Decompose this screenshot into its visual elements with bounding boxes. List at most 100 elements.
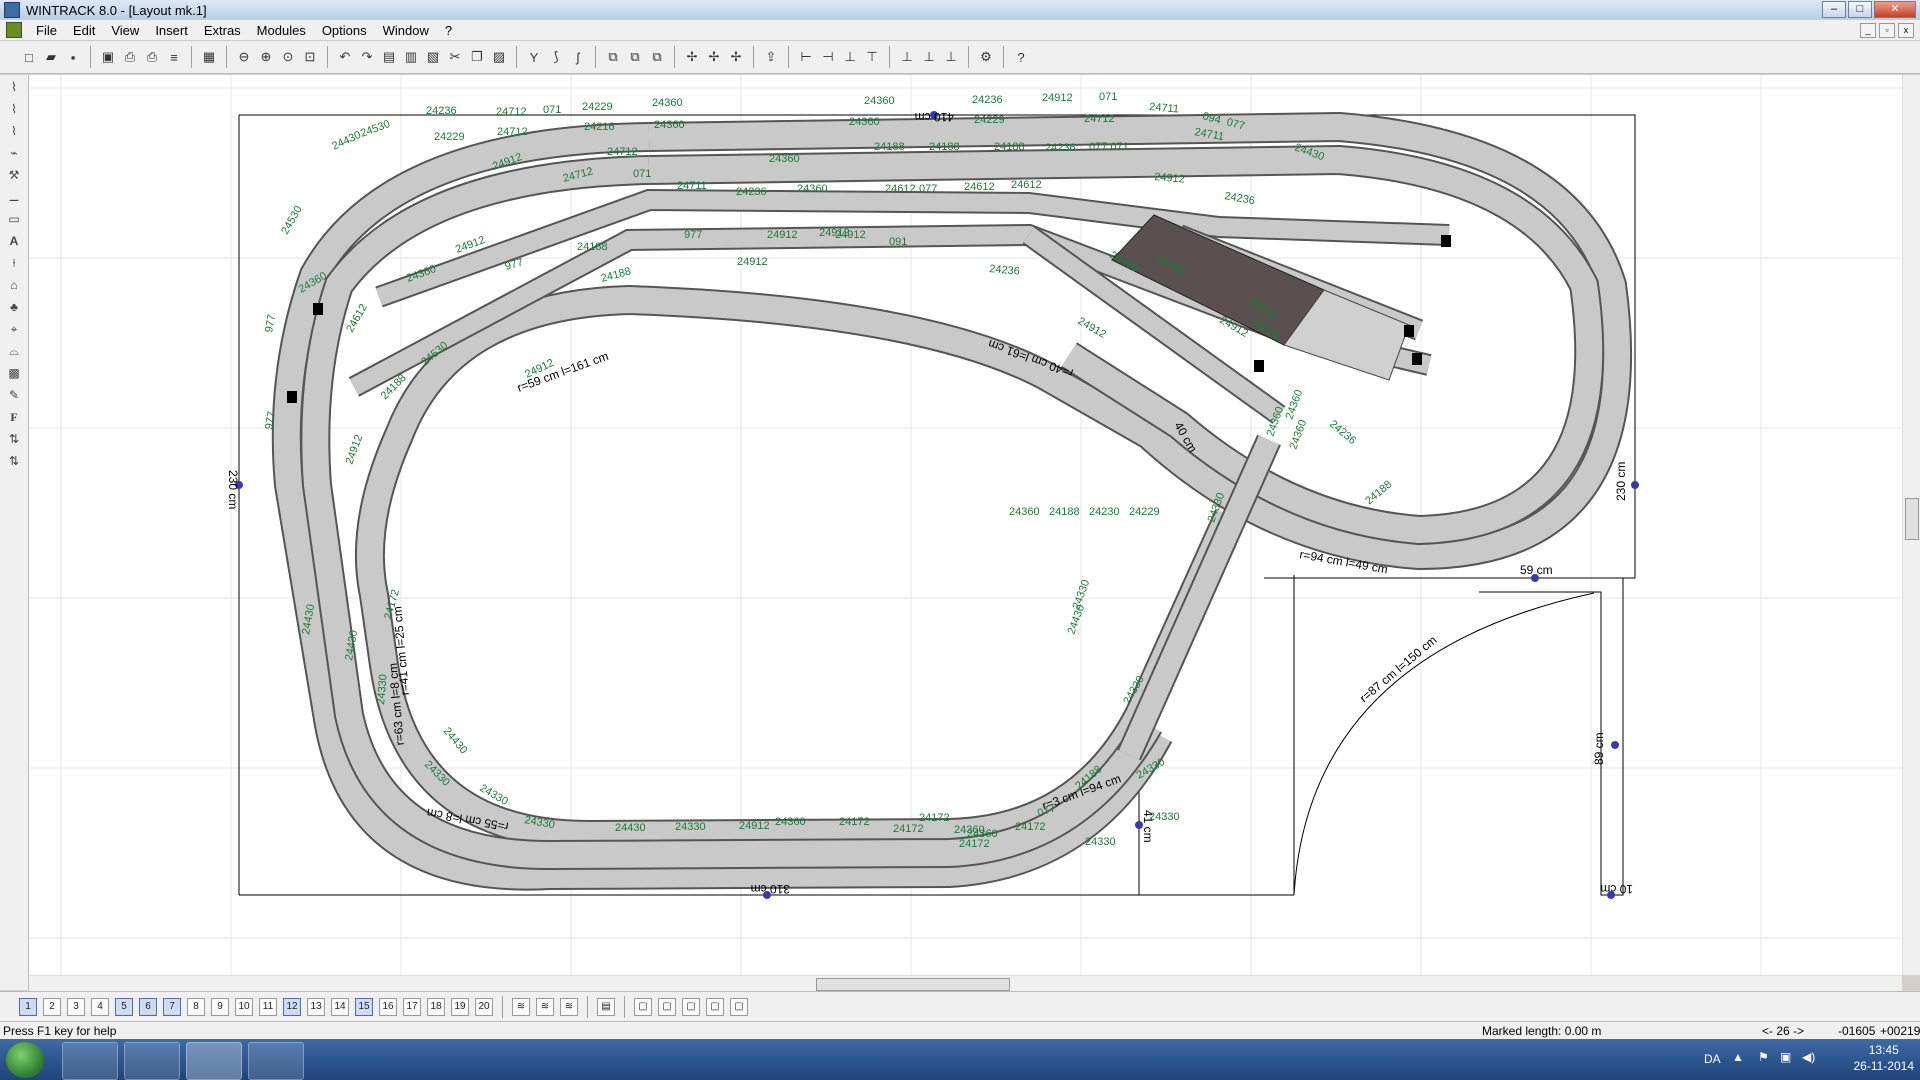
layer-hide-icon[interactable]: ≋ [536,997,554,1016]
paste-icon[interactable]: ▨ [489,47,509,67]
chart-icon[interactable]: ▩ [3,363,25,383]
copy-track-icon[interactable]: ⧉ [603,47,623,67]
measure-icon[interactable]: ⊥ [897,47,917,67]
array-icon[interactable]: ⧉ [647,47,667,67]
new-icon[interactable]: □ [19,47,39,67]
mdi-restore-button[interactable]: ▫ [1879,23,1895,38]
horizontal-scroll-thumb[interactable] [816,978,1010,991]
menu-help[interactable]: ? [437,23,460,38]
box-icon[interactable]: ▭ [3,209,25,229]
font-icon[interactable]: F [3,407,25,427]
cross-icon[interactable]: ⌖ [3,319,25,339]
layer-button[interactable]: 3 [67,997,85,1016]
layer-button[interactable]: 5 [115,997,133,1016]
minimize-button[interactable]: – [1822,1,1846,18]
wintrack-taskbar-icon[interactable] [186,1042,242,1080]
vertical-scroll-thumb[interactable] [1905,498,1919,540]
list-icon[interactable]: ≡ [164,47,184,67]
flag-icon[interactable]: ⚑ [1758,1050,1769,1064]
layer-button[interactable]: 19 [451,997,469,1016]
view-1-icon[interactable]: ▢ [634,997,652,1016]
layout-drawing[interactable]: 410 cm 310 cm 230 cm 230 cm 59 cm 89 cm … [29,75,1902,975]
layer-button[interactable]: 7 [163,997,181,1016]
menu-extras[interactable]: Extras [196,23,249,38]
layer-button[interactable]: 1 [19,997,37,1016]
signal-icon[interactable]: ⍿ [3,253,25,273]
curve-icon[interactable]: ⟆ [546,47,566,67]
flex-track-icon[interactable]: ⌇ [3,77,25,97]
zoom-all-icon[interactable]: ⊡ [300,47,320,67]
move-track-icon[interactable]: ⧉ [625,47,645,67]
align4-icon[interactable]: ⊤ [862,47,882,67]
view-3-icon[interactable]: ▢ [682,997,700,1016]
mdi-minimize-button[interactable]: _ [1860,23,1876,38]
menu-window[interactable]: Window [375,23,437,38]
layer-button[interactable]: 15 [355,997,373,1016]
save-icon[interactable]: ▪ [63,47,83,67]
image-icon[interactable]: ▦ [199,47,219,67]
grid-icon[interactable]: ▥ [401,47,421,67]
menu-file[interactable]: File [28,23,65,38]
horizontal-scrollbar[interactable] [29,975,1902,991]
open-icon[interactable]: ▰ [41,47,61,67]
layer-button[interactable]: 13 [307,997,325,1016]
layer-button[interactable]: 18 [427,997,445,1016]
pencil-icon[interactable]: ✎ [3,385,25,405]
start-button[interactable] [6,1042,44,1078]
menu-edit[interactable]: Edit [65,23,103,38]
layer-button[interactable]: 17 [403,997,421,1016]
layer-button[interactable]: 10 [235,997,253,1016]
vertical-scrollbar[interactable] [1902,75,1920,975]
layer-button[interactable]: 20 [475,997,493,1016]
help-icon[interactable]: ? [1011,47,1031,67]
flex-icon[interactable]: ʃ [568,47,588,67]
cut-icon[interactable]: ✂ [445,47,465,67]
bridge-icon[interactable]: ⌓ [3,341,25,361]
tool-icon[interactable]: ⌁ [3,143,25,163]
split-track-icon[interactable]: ✢ [726,47,746,67]
redo-icon[interactable]: ↷ [357,47,377,67]
align3-icon[interactable]: ⊥ [840,47,860,67]
close-button[interactable]: ✕ [1874,1,1916,18]
explorer-taskbar-icon[interactable] [62,1042,118,1080]
maximize-button[interactable]: □ [1848,1,1872,18]
flex3-icon[interactable]: ⌇ [3,121,25,141]
view-5-icon[interactable]: ▢ [730,997,748,1016]
spacer-icon[interactable]: ⇅ [3,429,25,449]
document-icon[interactable] [6,22,22,38]
mdi-close-button[interactable]: x [1898,23,1914,38]
tree-icon[interactable]: ♣ [3,297,25,317]
layer-button[interactable]: 11 [259,997,277,1016]
print-setup-icon[interactable]: ⎙ [142,47,162,67]
drawing-canvas[interactable]: 410 cm 310 cm 230 cm 230 cm 59 cm 89 cm … [29,75,1902,975]
layer-button[interactable]: 14 [331,997,349,1016]
language-indicator[interactable]: DA [1704,1052,1721,1066]
layer-button[interactable]: 2 [43,997,61,1016]
view-2-icon[interactable]: ▢ [658,997,676,1016]
menu-view[interactable]: View [103,23,147,38]
spacer2-icon[interactable]: ⇅ [3,451,25,471]
tray-arrow-icon[interactable]: ▲ [1732,1050,1744,1064]
measure2-icon[interactable]: ⊥ [919,47,939,67]
align-icon[interactable]: ⊢ [796,47,816,67]
track-icon[interactable]: Y [524,47,544,67]
paint-taskbar-icon[interactable] [248,1042,304,1080]
chrome-taskbar-icon[interactable] [124,1042,180,1080]
measure3-icon[interactable]: ⊥ [941,47,961,67]
layer-lock-icon[interactable]: ≋ [560,997,578,1016]
room-arc-wall[interactable] [1293,592,1595,896]
undo-icon[interactable]: ↶ [335,47,355,67]
zoom-in-icon[interactable]: ⊕ [256,47,276,67]
layer-button[interactable]: 9 [211,997,229,1016]
clock[interactable]: 13:45 26-11-2014 [1854,1042,1915,1074]
volume-icon[interactable]: ◀) [1802,1050,1815,1064]
preview-icon[interactable]: ▣ [98,47,118,67]
layer-color-icon[interactable]: ≋ [512,997,530,1016]
text-icon[interactable]: A [3,231,25,251]
layer-button[interactable]: 16 [379,997,397,1016]
layer-button[interactable]: 4 [91,997,109,1016]
zoom-out-icon[interactable]: ⊖ [234,47,254,67]
split-icon[interactable]: ▧ [423,47,443,67]
clipboard-icon[interactable]: ▤ [379,47,399,67]
menu-modules[interactable]: Modules [249,23,314,38]
